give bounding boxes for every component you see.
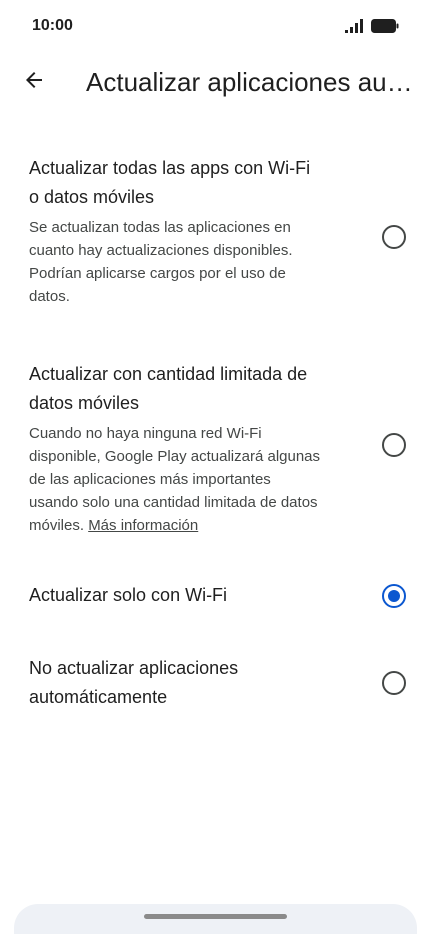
back-button[interactable] (14, 62, 54, 102)
arrow-back-icon (22, 68, 46, 97)
option-text: Actualizar todas las apps con Wi-Fi o da… (29, 154, 321, 308)
app-bar: Actualizar aplicaciones automáticamente (0, 56, 431, 112)
battery-icon (371, 19, 399, 38)
radio-button-update-limited-data[interactable] (382, 432, 406, 457)
status-time: 10:00 (32, 17, 73, 34)
more-info-link[interactable]: Más información (88, 517, 198, 534)
signal-icon (345, 19, 365, 38)
radio-unchecked-icon (382, 225, 406, 249)
home-indicator[interactable] (144, 914, 287, 919)
radio-checked-icon (382, 583, 406, 608)
option-text: No actualizar aplicaciones automáticamen… (29, 654, 321, 712)
option-update-wifi-only[interactable]: Actualizar solo con Wi-Fi (0, 559, 431, 632)
status-bar: 10:00 (0, 0, 431, 56)
radio-unchecked-icon (382, 671, 406, 695)
radio-button-no-auto-update[interactable] (382, 671, 406, 695)
options-list: Actualizar todas las apps con Wi-Fi o da… (0, 144, 431, 734)
radio-button-update-all-networks[interactable] (382, 225, 406, 249)
radio-button-update-wifi-only[interactable] (382, 583, 406, 608)
option-title: Actualizar todas las apps con Wi-Fi o da… (29, 158, 311, 207)
option-description: Cuando no haya ninguna red Wi-Fi disponi… (29, 422, 321, 537)
option-text: Actualizar con cantidad limitada de dato… (29, 360, 321, 537)
option-description: Se actualizan todas las aplicaciones en … (29, 219, 293, 305)
status-icons (345, 19, 399, 38)
option-title: No actualizar aplicaciones automáticamen… (29, 658, 239, 707)
radio-unchecked-icon (382, 432, 406, 457)
option-title: Actualizar con cantidad limitada de dato… (29, 364, 308, 413)
option-update-all-networks[interactable]: Actualizar todas las apps con Wi-Fi o da… (0, 144, 431, 330)
navigation-bar (14, 904, 417, 934)
page-title: Actualizar aplicaciones automáticamente (86, 67, 418, 97)
option-title: Actualizar solo con Wi-Fi (29, 585, 228, 605)
option-text: Actualizar solo con Wi-Fi (29, 581, 321, 610)
option-no-auto-update[interactable]: No actualizar aplicaciones automáticamen… (0, 632, 431, 734)
option-update-limited-data[interactable]: Actualizar con cantidad limitada de dato… (0, 330, 431, 559)
